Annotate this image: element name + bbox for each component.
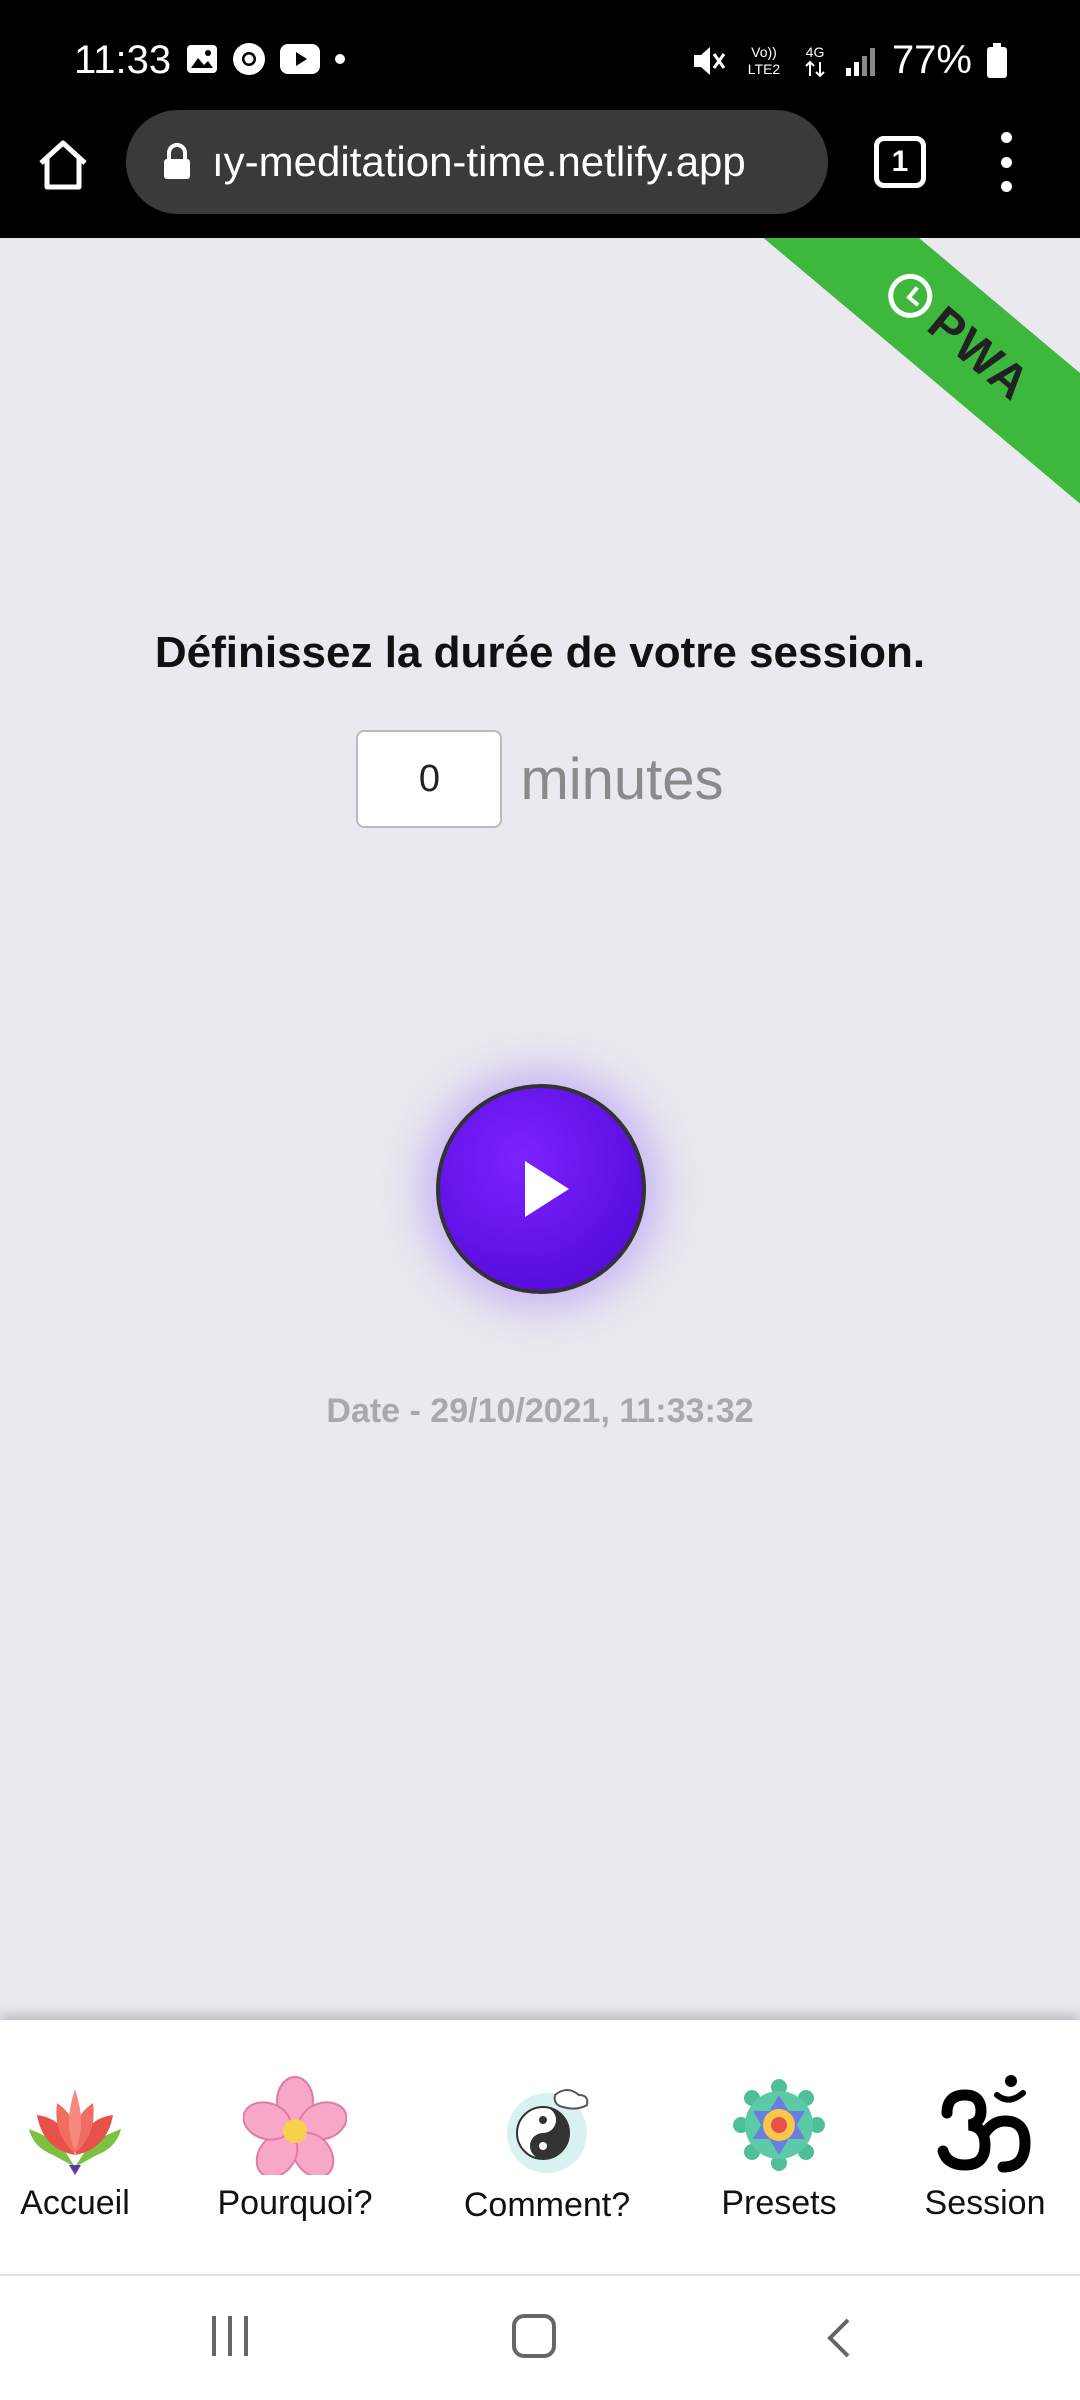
mute-icon	[693, 46, 726, 75]
volte-icon: Vo))LTE2	[748, 44, 781, 77]
play-icon	[525, 1161, 569, 1217]
flower-icon	[240, 2070, 350, 2180]
menu-dot	[1000, 181, 1012, 192]
home-icon	[39, 140, 87, 190]
menu-dot	[1000, 156, 1012, 168]
pwa-label: PWA	[917, 296, 1041, 412]
browser-home-button[interactable]	[30, 132, 96, 198]
network-4g-icon: 4G	[805, 44, 825, 77]
svg-text:4G: 4G	[806, 44, 825, 60]
nav-item-session[interactable]: Session	[910, 2070, 1060, 2223]
nav-label: Presets	[721, 2184, 837, 2222]
duration-row: minutes	[0, 730, 1080, 828]
tab-switcher-button[interactable]: 1	[874, 136, 926, 188]
session-title: Définissez la durée de votre session.	[154, 628, 926, 677]
play-button[interactable]	[436, 1084, 646, 1294]
svg-text:LTE2: LTE2	[748, 61, 781, 77]
more-notifications-icon	[335, 54, 345, 64]
nav-item-comment[interactable]: Comment?	[452, 2072, 642, 2225]
nav-label: Comment?	[463, 2186, 631, 2224]
main-content: PWA Définissez la durée de votre session…	[0, 238, 1080, 2020]
yin-yang-icon	[492, 2072, 602, 2182]
lotus-icon	[20, 2070, 130, 2180]
recent-bar	[244, 2316, 248, 2356]
pwa-ribbon: PWA	[692, 238, 1080, 590]
minutes-input[interactable]	[356, 730, 503, 828]
browser-toolbar: ıy-meditation-time.netlify.app 1	[0, 110, 1080, 238]
status-time: 11:33	[74, 38, 172, 82]
nav-label: Session	[924, 2184, 1046, 2222]
battery-percent: 77%	[891, 38, 972, 82]
recent-bar	[228, 2316, 232, 2356]
url-text: ıy-meditation-time.netlify.app	[212, 138, 746, 185]
system-back-button[interactable]	[824, 2316, 854, 2365]
recent-bar	[212, 2316, 216, 2356]
svg-text:Vo)): Vo))	[751, 44, 777, 60]
om-icon	[930, 2070, 1040, 2180]
menu-dot	[1000, 132, 1012, 143]
gallery-icon	[187, 45, 217, 73]
browser-menu-button[interactable]	[986, 132, 1026, 192]
clock-icon	[879, 265, 942, 328]
session-date: Date - 29/10/2021, 11:33:32	[326, 1392, 754, 1430]
recent-apps-button[interactable]	[212, 2316, 248, 2356]
system-icons: Vo)) LTE2 4G 77%	[690, 38, 1008, 83]
back-icon	[827, 2318, 850, 2358]
youtube-icon	[280, 44, 320, 74]
mandala-icon	[724, 2070, 834, 2180]
system-navigation-bar	[0, 2274, 1080, 2400]
minutes-label: minutes	[520, 746, 724, 812]
nav-label: Pourquoi?	[217, 2184, 373, 2222]
nav-label: Accueil	[20, 2184, 130, 2222]
lock-icon	[162, 143, 192, 181]
chrome-icon	[233, 43, 265, 75]
nav-item-accueil[interactable]: Accueil	[10, 2070, 140, 2223]
nav-item-presets[interactable]: Presets	[704, 2070, 854, 2223]
system-home-button[interactable]	[512, 2314, 556, 2358]
notification-icons	[186, 42, 346, 76]
signal-icon	[845, 47, 875, 76]
status-bar: 11:33 Vo)) LTE2 4G 77%	[0, 0, 1080, 110]
address-bar[interactable]: ıy-meditation-time.netlify.app	[126, 110, 828, 214]
bottom-navigation: Accueil Pourquoi? Comment? Presets Sessi…	[0, 2020, 1080, 2274]
battery-icon	[987, 42, 1007, 78]
nav-item-pourquoi[interactable]: Pourquoi?	[210, 2070, 380, 2223]
